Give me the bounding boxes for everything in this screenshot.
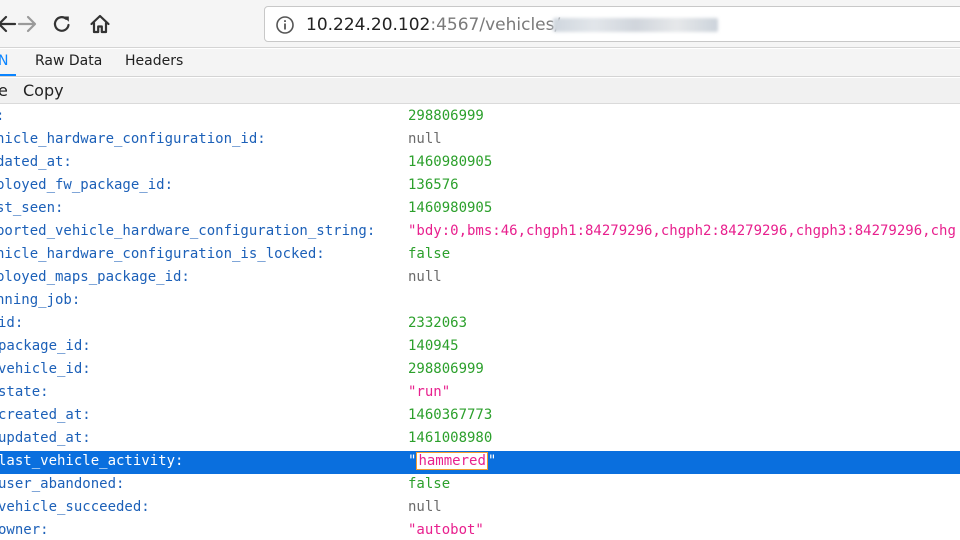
json-key: last_vehicle_activity: — [0, 453, 184, 469]
search-highlight: hammered — [416, 452, 488, 470]
json-row[interactable]: package_id: 140945 — [0, 336, 960, 359]
save-button[interactable]: e — [0, 78, 8, 104]
json-row[interactable]: hicle_hardware_configuration_is_locked: f… — [0, 244, 960, 267]
json-key: nning_job: — [0, 292, 81, 308]
json-key: id: — [0, 315, 24, 331]
json-value: false — [408, 246, 451, 262]
url-text: 10.224.20.102:4567/vehicles/ — [306, 15, 560, 35]
json-row[interactable]: user_abandoned: false — [0, 474, 960, 497]
json-key: vehicle_id: — [0, 361, 91, 377]
json-row[interactable]: st_seen: 1460980905 — [0, 198, 960, 221]
json-row[interactable]: vehicle_succeeded: null — [0, 497, 960, 520]
json-row[interactable]: ployed_maps_package_id: null — [0, 267, 960, 290]
json-key: dated_at: — [0, 154, 72, 170]
json-value: "bdy:0,bms:46,chgph1:84279296,chgph2:842… — [408, 223, 956, 239]
json-key: updated_at: — [0, 430, 91, 446]
tab-raw-data[interactable]: Raw Data — [35, 49, 102, 76]
viewer-tabs: N Raw Data Headers — [0, 49, 960, 77]
json-value: "run" — [408, 384, 451, 400]
json-row[interactable]: hicle_hardware_configuration_id: null — [0, 129, 960, 152]
action-bar: e Copy — [0, 78, 960, 104]
home-icon — [90, 14, 110, 34]
json-row[interactable]: vehicle_id: 298806999 — [0, 359, 960, 382]
json-row[interactable]: dated_at: 1460980905 — [0, 152, 960, 175]
json-value: 1460980905 — [408, 154, 493, 170]
tab-headers-label: Headers — [125, 53, 184, 69]
home-button[interactable] — [85, 9, 115, 39]
json-key: user_abandoned: — [0, 476, 125, 492]
json-key: : — [0, 108, 4, 124]
json-key: st_seen: — [0, 200, 64, 216]
json-value: 298806999 — [408, 108, 484, 124]
reload-button[interactable] — [47, 9, 77, 39]
json-row[interactable]: updated_at: 1461008980 — [0, 428, 960, 451]
json-value: 1460367773 — [408, 407, 493, 423]
json-value: 298806999 — [408, 361, 484, 377]
json-key: hicle_hardware_configuration_is_locked: — [0, 246, 325, 262]
json-value: 140945 — [408, 338, 459, 354]
json-key: created_at: — [0, 407, 91, 423]
json-row[interactable]: ported_vehicle_hardware_configuration_st… — [0, 221, 960, 244]
info-icon[interactable] — [275, 15, 295, 35]
tab-json[interactable]: N — [0, 49, 17, 76]
save-button-label: e — [0, 81, 8, 100]
browser-toolbar: 10.224.20.102:4567/vehicles/ — [0, 0, 960, 48]
json-row[interactable]: state: "run" — [0, 382, 960, 405]
json-key: ported_vehicle_hardware_configuration_st… — [0, 223, 376, 239]
json-key: ployed_maps_package_id: — [0, 269, 190, 285]
json-value: 136576 — [408, 177, 459, 193]
url-host: 10.224.20.102 — [306, 15, 431, 35]
url-path: :4567/vehicles/ — [430, 15, 561, 35]
json-row[interactable]: : 298806999 — [0, 106, 960, 129]
forward-button[interactable] — [12, 9, 42, 39]
json-row[interactable]: ployed_fw_package_id: 136576 — [0, 175, 960, 198]
json-value: null — [408, 269, 442, 285]
json-row[interactable]: owner: "autobot" — [0, 520, 960, 540]
json-key: owner: — [0, 522, 49, 538]
json-value: null — [408, 499, 442, 515]
json-value: 1460980905 — [408, 200, 493, 216]
redacted-vehicle-id — [553, 18, 718, 32]
json-value: " hammered " — [408, 452, 497, 470]
forward-arrow-icon — [17, 15, 37, 33]
json-value: 1461008980 — [408, 430, 493, 446]
address-bar[interactable]: 10.224.20.102:4567/vehicles/ — [264, 6, 960, 42]
json-value: null — [408, 131, 442, 147]
json-key: package_id: — [0, 338, 91, 354]
json-key: ployed_fw_package_id: — [0, 177, 174, 193]
json-value: 2332063 — [408, 315, 468, 331]
tab-headers[interactable]: Headers — [125, 49, 183, 76]
tab-raw-data-label: Raw Data — [35, 53, 103, 69]
reload-icon — [53, 16, 70, 32]
copy-button[interactable]: Copy — [23, 78, 64, 104]
json-key: state: — [0, 384, 49, 400]
json-value: "autobot" — [408, 522, 484, 538]
json-row[interactable]: nning_job: — [0, 290, 960, 313]
json-row[interactable]: last_vehicle_activity: " hammered " — [0, 451, 960, 474]
copy-button-label: Copy — [23, 81, 64, 100]
json-key: hicle_hardware_configuration_id: — [0, 131, 266, 147]
json-key: vehicle_succeeded: — [0, 499, 150, 515]
tab-json-label: N — [0, 53, 9, 69]
json-row[interactable]: created_at: 1460367773 — [0, 405, 960, 428]
json-row[interactable]: id: 2332063 — [0, 313, 960, 336]
json-value: false — [408, 476, 451, 492]
